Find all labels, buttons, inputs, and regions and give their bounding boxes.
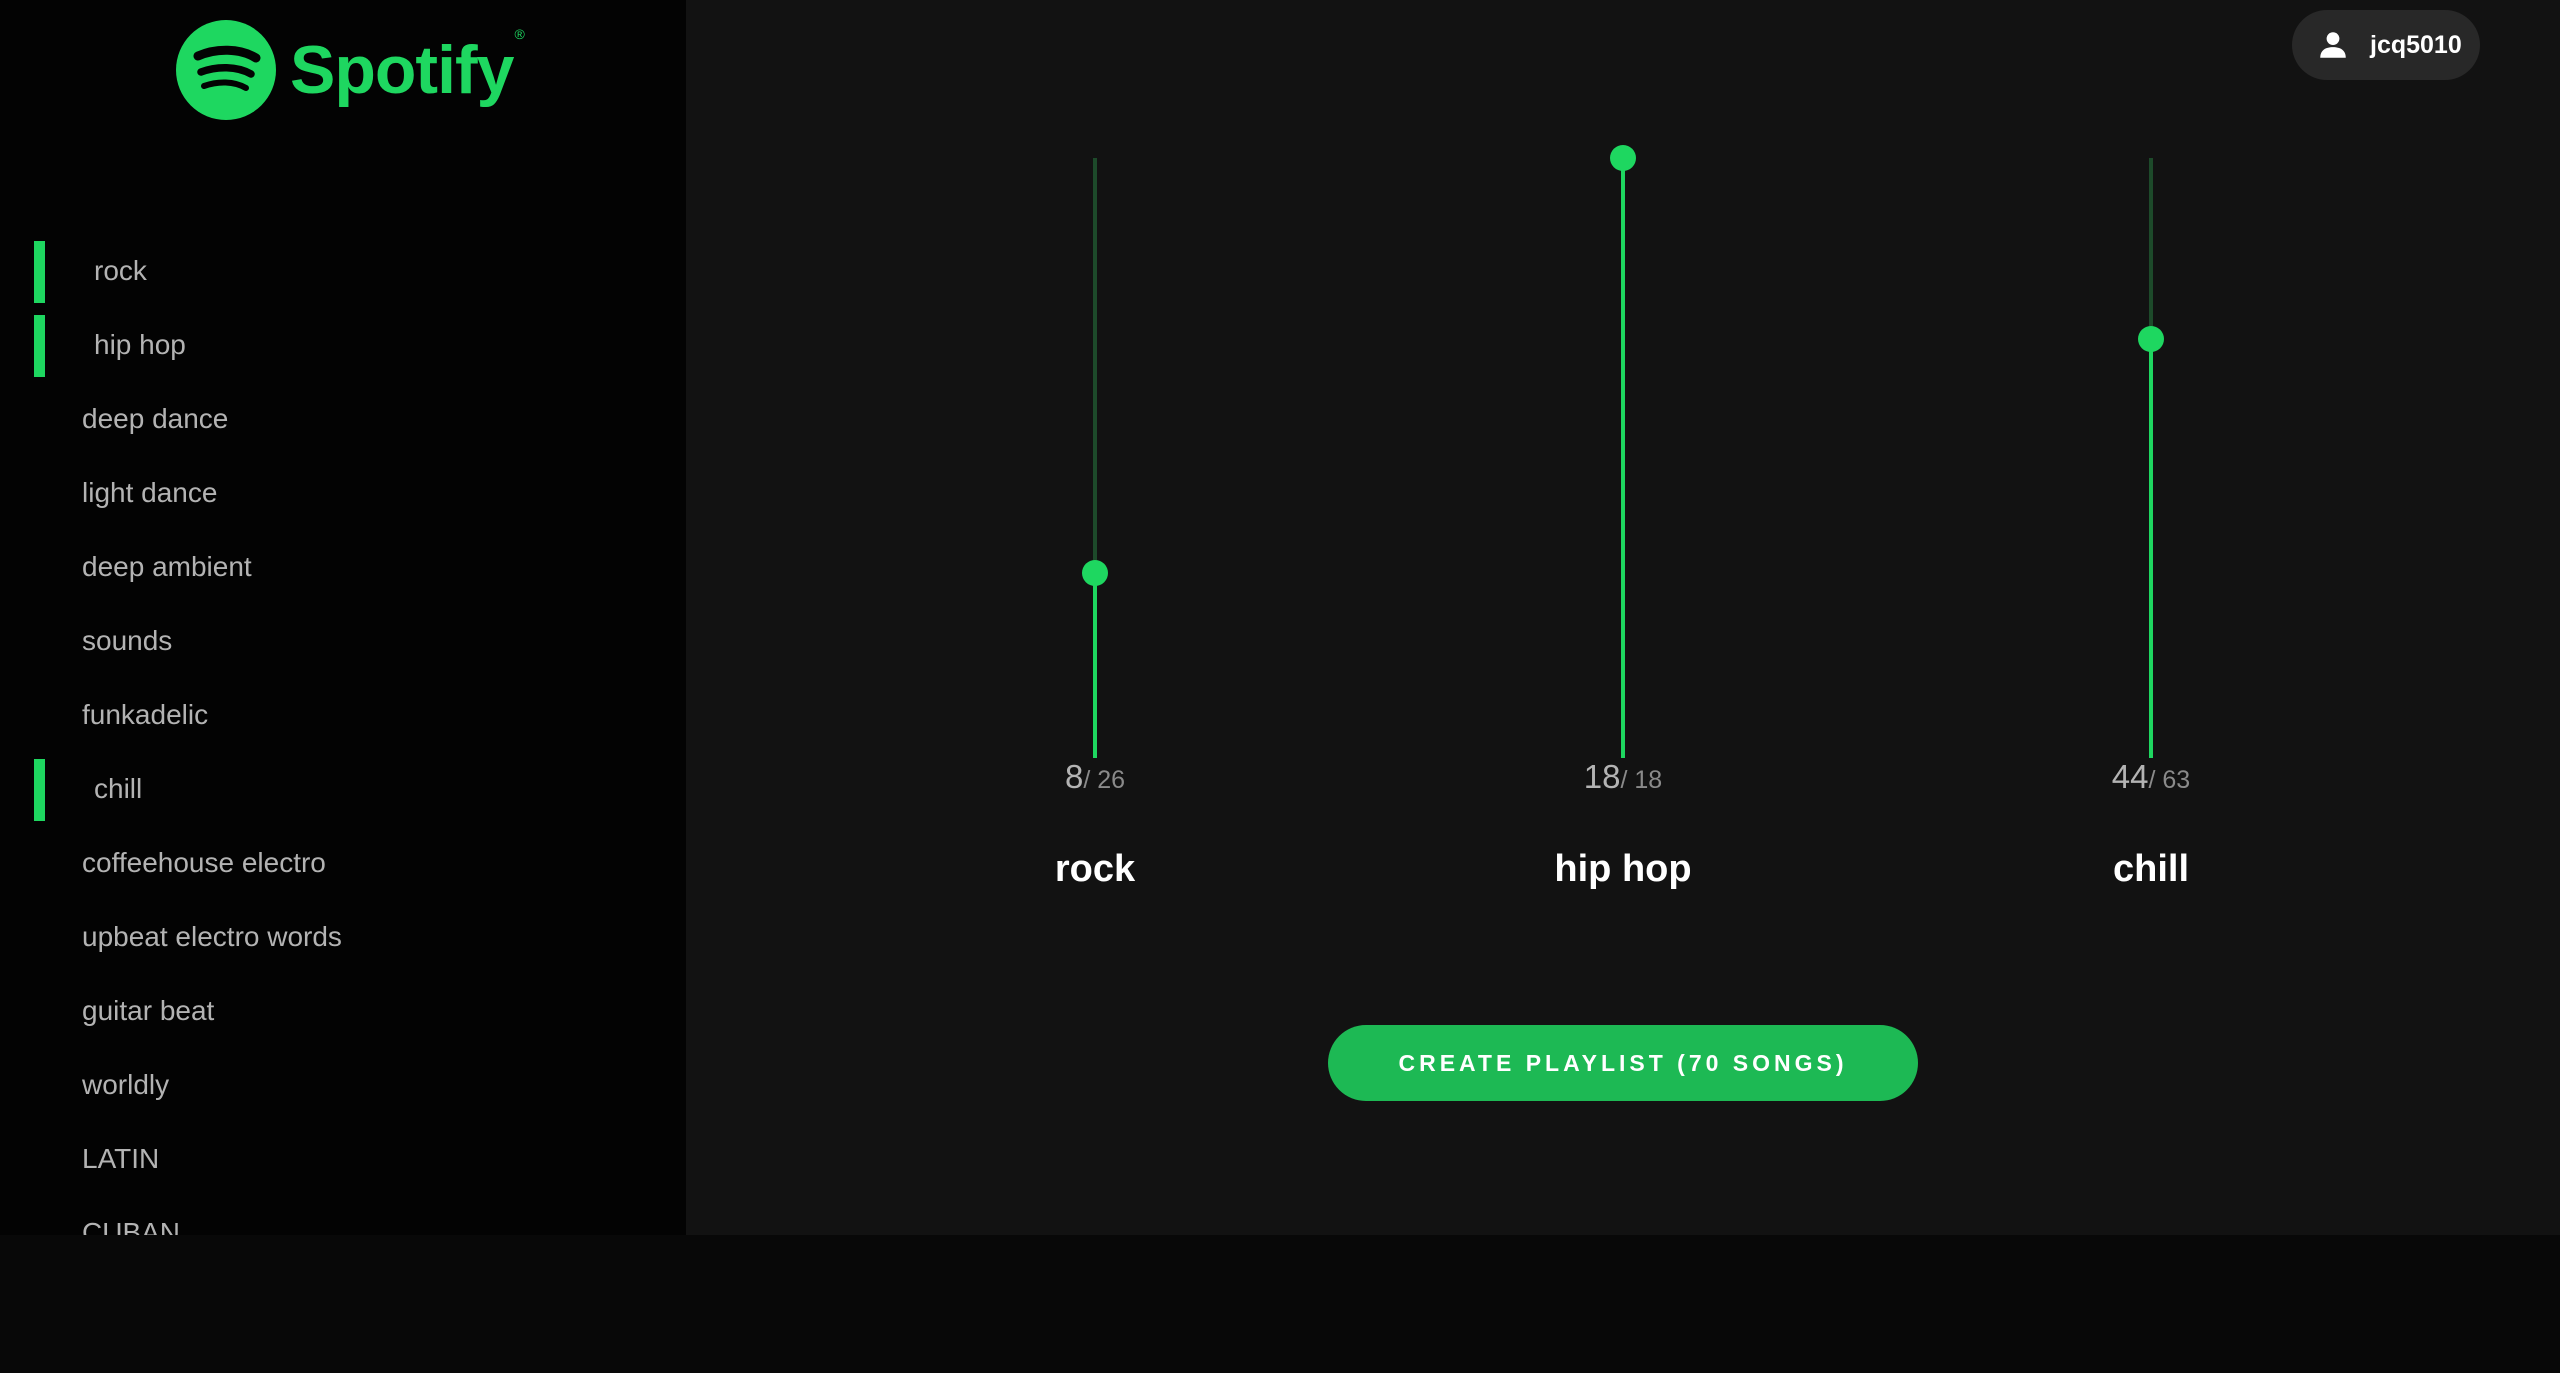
song-count-value: 18: [1583, 758, 1621, 795]
genre-name: rock: [1054, 848, 1136, 890]
slider-track[interactable]: [1610, 145, 1636, 758]
sidebar-item-label: sounds: [82, 625, 173, 656]
sidebar-item[interactable]: rock: [0, 234, 686, 308]
sidebar-item-label: coffeehouse electro: [82, 847, 326, 878]
brand-name: Spotify®: [290, 26, 525, 108]
genre-slider-column: 18/ 18 hip hop: [1473, 0, 1773, 920]
sidebar-item[interactable]: guitar beat: [0, 974, 686, 1048]
slider-fill: [2149, 338, 2153, 758]
sidebar-item-label: light dance: [82, 477, 218, 508]
user-menu-button[interactable]: jcq5010: [2292, 10, 2480, 80]
sidebar-item[interactable]: funkadelic: [0, 678, 686, 752]
sidebar-item[interactable]: light dance: [0, 456, 686, 530]
selected-indicator: [34, 759, 45, 821]
genre-list: rock hip hop deep dance light dance deep amb…: [0, 234, 686, 1235]
sidebar-item-label: funkadelic: [82, 699, 209, 730]
sidebar-item-label: worldly: [82, 1069, 170, 1100]
sidebar-item-label: deep ambient: [82, 551, 252, 582]
sidebar-item-label: chill: [94, 773, 143, 804]
slider-handle[interactable]: [1610, 145, 1636, 171]
slider-handle[interactable]: [2138, 325, 2164, 352]
genre-slider-column: 8/ 26 rock: [945, 0, 1245, 920]
sidebar-item-label: guitar beat: [82, 995, 215, 1026]
sidebar-item[interactable]: coffeehouse electro: [0, 826, 686, 900]
sidebar-item-label: LATIN: [82, 1143, 160, 1174]
song-count: 44/ 63: [2001, 758, 2301, 796]
sidebar-item[interactable]: chill: [0, 752, 686, 826]
sidebar-item-label: deep dance: [82, 403, 229, 434]
song-count: 8/ 26: [945, 758, 1245, 796]
slider-track[interactable]: [2138, 158, 2164, 758]
create-playlist-button[interactable]: CREATE PLAYLIST (70 SONGS): [1328, 1025, 1918, 1101]
slider-fill: [1621, 158, 1625, 758]
song-count: 18/ 18: [1473, 758, 1773, 796]
sidebar: Spotify® rock hip hop deep dance light danc…: [0, 0, 686, 1235]
slider-handle[interactable]: [1082, 560, 1108, 587]
song-count-max: / 18: [1620, 766, 1663, 794]
sidebar-item[interactable]: CUBAN: [0, 1196, 686, 1235]
slider-track[interactable]: [1082, 158, 1108, 758]
sidebar-item[interactable]: LATIN: [0, 1122, 686, 1196]
bottom-bar: [0, 1235, 2560, 1373]
genre-slider-column: 44/ 63 chill: [2001, 0, 2301, 920]
sidebar-item-label: hip hop: [94, 329, 186, 360]
sidebar-item[interactable]: sounds: [0, 604, 686, 678]
song-count-max: / 63: [2148, 766, 2191, 794]
song-count-value: 44: [2111, 758, 2149, 795]
sidebar-item-label: rock: [94, 255, 147, 286]
sidebar-item[interactable]: worldly: [0, 1048, 686, 1122]
sidebar-item[interactable]: hip hop: [0, 308, 686, 382]
sidebar-item[interactable]: deep ambient: [0, 530, 686, 604]
song-count-max: / 26: [1083, 766, 1126, 794]
registered-mark: ®: [514, 26, 524, 43]
username: jcq5010: [2370, 30, 2462, 59]
user-icon: [2320, 32, 2346, 58]
sidebar-item-label: CUBAN: [82, 1217, 181, 1235]
genre-name: hip hop: [1554, 848, 1692, 890]
slider-fill: [1093, 573, 1097, 758]
app: Spotify® rock hip hop deep dance light danc…: [0, 0, 2560, 1235]
selected-indicator: [34, 315, 45, 377]
spotify-logo[interactable]: Spotify®: [176, 18, 525, 122]
sidebar-item[interactable]: deep dance: [0, 382, 686, 456]
sidebar-item[interactable]: upbeat electro words: [0, 900, 686, 974]
selected-indicator: [34, 241, 45, 303]
spotify-logo-icon: [176, 20, 276, 120]
song-count-value: 8: [1064, 758, 1084, 795]
genre-name: chill: [2112, 848, 2190, 890]
sidebar-item-label: upbeat electro words: [82, 921, 342, 952]
